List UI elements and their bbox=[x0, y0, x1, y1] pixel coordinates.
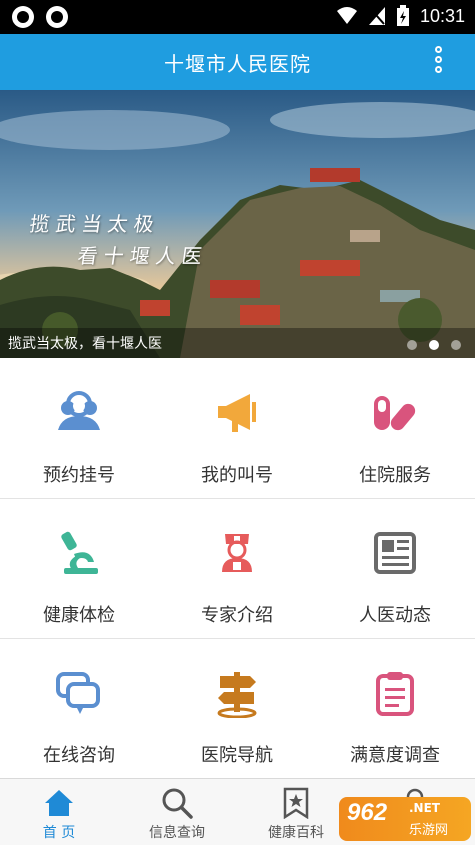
tab-label: 健康百科 bbox=[268, 825, 324, 841]
tab-info-search[interactable]: 信息查询 bbox=[118, 779, 236, 845]
grid-item-label: 满意度调查 bbox=[350, 745, 440, 766]
carousel-dot-active[interactable] bbox=[429, 340, 439, 350]
watermark-name: 乐游网 bbox=[409, 823, 449, 838]
doctors-icon bbox=[58, 391, 100, 430]
watermark-number: 962 bbox=[347, 799, 388, 826]
watermark-domain: .NET bbox=[409, 801, 440, 815]
battery-icon bbox=[396, 5, 409, 26]
chat-icon bbox=[56, 672, 100, 714]
page-title: 十堰市人民医院 bbox=[164, 52, 311, 76]
status-bar: 10:31 bbox=[0, 0, 475, 34]
home-icon bbox=[45, 790, 73, 816]
carousel-indicator bbox=[407, 340, 461, 350]
grid-item-news[interactable]: 人医动态 bbox=[316, 498, 474, 638]
banner-caption-bar: 揽武当太极，看十堰人医 bbox=[0, 328, 475, 358]
grid-item-health-checkup[interactable]: 健康体检 bbox=[0, 498, 158, 638]
no-signal-icon bbox=[368, 7, 385, 25]
grid-item-label: 我的叫号 bbox=[201, 465, 273, 486]
grid-item-label: 人医动态 bbox=[359, 605, 431, 626]
grid-item-label: 在线咨询 bbox=[43, 745, 115, 766]
grid-item-label: 预约挂号 bbox=[43, 465, 115, 486]
microscope-icon bbox=[61, 531, 98, 574]
notification-icon bbox=[12, 6, 34, 28]
pills-icon bbox=[374, 396, 416, 431]
grid-item-label: 专家介绍 bbox=[201, 605, 273, 626]
clock: 10:31 bbox=[419, 5, 465, 26]
grid-item-label: 医院导航 bbox=[201, 745, 273, 766]
grid-item-appointment[interactable]: 预约挂号 bbox=[0, 358, 158, 498]
nurse-icon bbox=[222, 534, 252, 572]
grid-item-label: 住院服务 bbox=[359, 465, 431, 486]
carousel-dot[interactable] bbox=[407, 340, 417, 350]
banner-slogan: 揽武当太极 bbox=[28, 212, 162, 236]
grid-item-hospital-navigation[interactable]: 医院导航 bbox=[158, 638, 316, 778]
banner-caption: 揽武当太极，看十堰人医 bbox=[8, 336, 162, 352]
grid-item-satisfaction-survey[interactable]: 满意度调查 bbox=[316, 638, 474, 778]
tab-label: 信息查询 bbox=[149, 825, 205, 841]
newspaper-icon bbox=[374, 532, 416, 574]
app-bar: 十堰市人民医院 bbox=[0, 34, 475, 90]
feature-grid: 预约挂号 我的叫号 住院服务 健康体检 专家介绍 人医动态 在线咨询 医院导航 … bbox=[0, 358, 475, 778]
bookmark-star-icon bbox=[283, 787, 309, 819]
tab-health-encyclopedia[interactable]: 健康百科 bbox=[237, 779, 355, 845]
carousel-dot[interactable] bbox=[451, 340, 461, 350]
grid-item-my-queue[interactable]: 我的叫号 bbox=[158, 358, 316, 498]
clipboard-icon bbox=[376, 672, 414, 716]
tab-home[interactable]: 首 页 bbox=[0, 779, 118, 845]
banner-carousel[interactable]: 揽武当太极 看十堰人医 揽武当太极，看十堰人医 bbox=[0, 90, 475, 358]
banner-slogan: 看十堰人医 bbox=[76, 244, 210, 268]
tab-label: 首 页 bbox=[42, 825, 76, 841]
grid-item-label: 健康体检 bbox=[43, 605, 115, 626]
grid-item-online-consult[interactable]: 在线咨询 bbox=[0, 638, 158, 778]
overflow-menu-icon[interactable] bbox=[435, 46, 445, 80]
watermark-logo: 962 .NET 乐游网 bbox=[339, 797, 471, 841]
megaphone-icon bbox=[218, 394, 256, 432]
notification-icon bbox=[46, 6, 68, 28]
signpost-icon bbox=[217, 672, 257, 718]
search-icon bbox=[162, 788, 193, 819]
grid-item-inpatient[interactable]: 住院服务 bbox=[316, 358, 474, 498]
grid-item-experts[interactable]: 专家介绍 bbox=[158, 498, 316, 638]
bottom-tab-bar: 首 页 信息查询 健康百科 962 .NET 乐游网 bbox=[0, 778, 475, 845]
wifi-icon bbox=[336, 7, 357, 24]
